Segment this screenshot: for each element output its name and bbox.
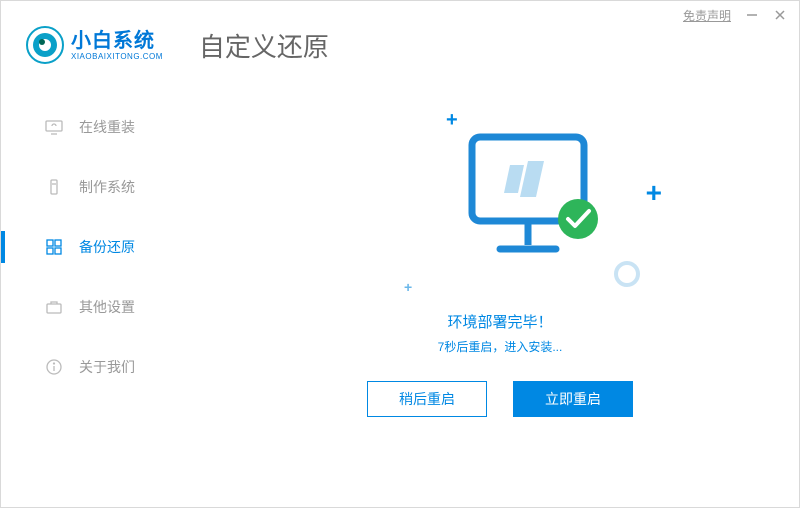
sidebar-item-online-reinstall[interactable]: 在线重装 xyxy=(1,97,201,157)
sidebar-item-label: 关于我们 xyxy=(79,357,135,377)
sparkle-icon: + xyxy=(646,177,662,209)
restart-now-button[interactable]: 立即重启 xyxy=(513,381,633,417)
sidebar-item-label: 备份还原 xyxy=(79,237,135,257)
main-content: + + + 环境部署完毕！ 7秒后重启，进入安装... 稍后重启 立即重启 xyxy=(201,81,799,507)
sparkle-icon: + xyxy=(446,109,458,132)
monitor-success-icon xyxy=(460,127,610,277)
sparkle-icon: + xyxy=(404,279,412,295)
sidebar-item-make-system[interactable]: 制作系统 xyxy=(1,157,201,217)
sidebar-item-about-us[interactable]: 关于我们 xyxy=(1,337,201,397)
info-icon xyxy=(45,358,63,376)
grid-icon xyxy=(45,238,63,256)
usb-icon xyxy=(45,178,63,196)
button-row: 稍后重启 立即重启 xyxy=(367,381,633,417)
toolbox-icon xyxy=(45,298,63,316)
logo: 小白系统 XIAOBAIXITONG.COM xyxy=(1,25,163,65)
status-text: 环境部署完毕！ 7秒后重启，进入安装... xyxy=(438,311,563,355)
minimize-button[interactable] xyxy=(745,8,759,22)
header: 小白系统 XIAOBAIXITONG.COM 自定义还原 xyxy=(1,15,329,75)
sidebar-item-label: 在线重装 xyxy=(79,117,135,137)
page-title: 自定义还原 xyxy=(199,27,329,64)
status-title: 环境部署完毕！ xyxy=(438,311,563,332)
close-button[interactable] xyxy=(773,8,787,22)
sidebar-item-other-settings[interactable]: 其他设置 xyxy=(1,277,201,337)
sidebar-item-label: 其他设置 xyxy=(79,297,135,317)
sidebar-item-backup-restore[interactable]: 备份还原 xyxy=(1,217,201,277)
monitor-refresh-icon xyxy=(45,118,63,136)
status-subtitle: 7秒后重启，进入安装... xyxy=(438,338,563,355)
sidebar: 在线重装 制作系统 备份还原 其他设置 关于我们 xyxy=(1,97,201,397)
restart-later-button[interactable]: 稍后重启 xyxy=(367,381,487,417)
window-controls: 免责声明 xyxy=(683,1,799,29)
brand-url: XIAOBAIXITONG.COM xyxy=(71,52,163,61)
circle-decoration-icon xyxy=(614,261,640,287)
brand-name: 小白系统 xyxy=(71,30,163,52)
disclaimer-link[interactable]: 免责声明 xyxy=(683,7,731,24)
sidebar-item-label: 制作系统 xyxy=(79,177,135,197)
illustration: + + + xyxy=(320,99,680,299)
brand-logo-icon xyxy=(25,25,65,65)
